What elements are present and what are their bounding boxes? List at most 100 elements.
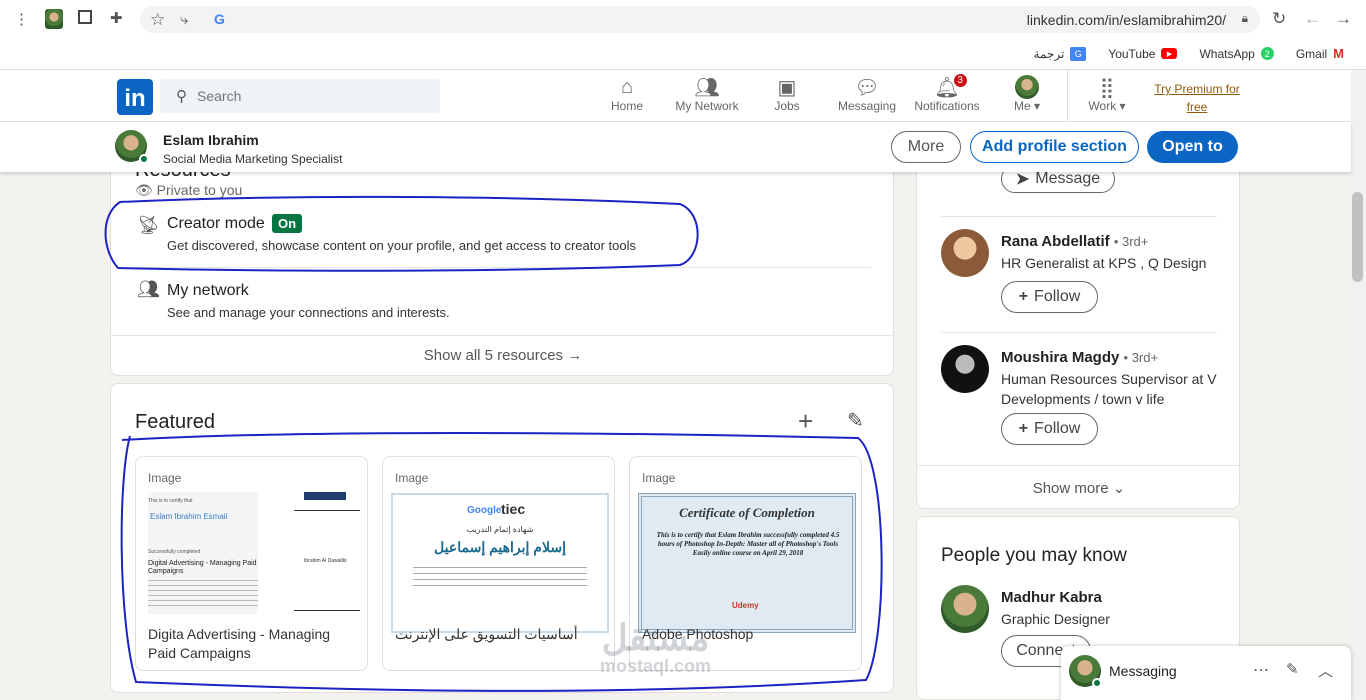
nav-label: Notifications [914, 99, 980, 113]
more-button[interactable]: More [891, 131, 961, 163]
avatar[interactable] [941, 229, 989, 277]
cert-completed: Successfully completed [148, 549, 201, 555]
page-scrollbar[interactable] [1351, 70, 1366, 700]
online-status-icon [1092, 678, 1102, 688]
featured-item[interactable]: Image tiec Google شهادة إتمام التدريب إس… [382, 456, 615, 671]
nav-label: Home [610, 99, 643, 113]
global-nav: in ⚲ ⌂Home 👥︎My Network ▣Jobs 💬︎Messagin… [0, 70, 1351, 122]
bookmark-label: WhatsApp [1199, 46, 1255, 61]
divider [941, 216, 1217, 217]
bookmarks-bar: ترجمة G YouTube ▶ WhatsApp 2 Gmail M [0, 38, 1366, 70]
more-options-icon[interactable]: ⋯ [1253, 660, 1269, 680]
person-name[interactable]: Moushira Magdy • 3rd+ [1001, 349, 1158, 366]
follow-label: Follow [1034, 420, 1081, 437]
nav-work[interactable]: ⣿ Work ▾ [1067, 75, 1147, 119]
featured-item-title: أساسيات التسويق على الإنترنت [395, 626, 578, 642]
creator-mode-item[interactable]: 📡︎ Creator mode On Get discovered, showc… [135, 209, 875, 269]
reload-icon[interactable]: ↻ [1272, 9, 1286, 29]
gmail-icon: M [1333, 46, 1344, 61]
address-bar[interactable]: ☆ ⤷ G linkedin.com/in/eslamibrahim20/ 🔒︎ [140, 6, 1260, 33]
home-icon: ⌂ [620, 75, 634, 98]
watermark: مستقل mostaql.com [600, 617, 712, 677]
avatar[interactable] [941, 585, 989, 633]
grid-icon: ⣿ [1099, 76, 1115, 99]
featured-item-title: Digita Advertising - Managing Paid Campa… [148, 626, 331, 661]
nav-notifications[interactable]: 🔔︎ 3 Notifications [907, 73, 987, 119]
nav-me[interactable]: Me ▾ [987, 75, 1067, 119]
bookmark-label: YouTube [1108, 46, 1156, 61]
cert-body-lines [148, 580, 258, 610]
person-name[interactable]: Madhur Kabra [1001, 589, 1102, 606]
scrollbar-thumb[interactable] [1352, 192, 1363, 282]
featured-type: Image [395, 471, 429, 485]
try-premium-link[interactable]: Try Premium for free [1145, 80, 1249, 116]
forward-icon[interactable]: → [1335, 9, 1352, 29]
online-status-icon [139, 154, 149, 164]
network-icon: 👥︎ [694, 76, 720, 99]
show-more-button[interactable]: Show more ⌄ [917, 479, 1239, 497]
add-profile-section-button[interactable]: Add profile section [970, 131, 1139, 163]
person-title: Graphic Designer [1001, 611, 1110, 627]
cert-subtitle: شهادة إتمام التدريب [466, 525, 534, 534]
show-all-resources-link[interactable]: Show all 5 resources → [111, 347, 893, 364]
sidebar-toggle-icon[interactable] [78, 10, 92, 24]
kebab-menu-icon[interactable]: ⋮ [14, 10, 29, 28]
follow-button[interactable]: + Follow [1001, 413, 1098, 445]
profile-name: Eslam Ibrahim [163, 132, 259, 148]
linkedin-logo[interactable]: in [117, 79, 153, 115]
nav-jobs[interactable]: ▣ Jobs [747, 75, 827, 119]
divider [135, 267, 871, 268]
profile-avatar[interactable] [45, 9, 63, 29]
people-icon: 👥︎ [137, 279, 160, 299]
nav-home[interactable]: ⌂ Home [587, 75, 667, 119]
url-text[interactable]: linkedin.com/in/eslamibrahim20/ [1027, 12, 1226, 28]
bookmark-whatsapp[interactable]: WhatsApp 2 [1199, 46, 1274, 61]
back-icon[interactable]: ← [1304, 9, 1321, 29]
follow-button[interactable]: + Follow [1001, 281, 1098, 313]
person-name[interactable]: Rana Abdellatif • 3rd+ [1001, 233, 1148, 250]
star-icon[interactable]: ☆ [150, 10, 165, 30]
bookmark-translate[interactable]: ترجمة G [1034, 46, 1087, 61]
youtube-icon: ▶ [1161, 48, 1178, 59]
search-input[interactable] [197, 88, 397, 104]
nav-label: Messaging [837, 99, 897, 113]
tiec-logo: tiec [501, 501, 526, 517]
nav-my-network[interactable]: 👥︎ My Network [667, 75, 747, 119]
open-to-button[interactable]: Open to [1147, 131, 1238, 163]
search-icon: ⚲ [176, 88, 187, 105]
cert-brand-mark [304, 492, 346, 500]
eye-icon: 👁︎ [135, 182, 153, 198]
cert-line: This is to certify that [148, 498, 193, 504]
avatar[interactable] [941, 345, 989, 393]
my-network-item[interactable]: 👥︎ My network See and manage your connec… [135, 277, 875, 327]
avatar [1015, 75, 1039, 99]
bookmark-youtube[interactable]: YouTube ▶ [1108, 46, 1178, 61]
follow-label: Follow [1034, 288, 1081, 305]
lock-icon[interactable]: 🔒︎ [1242, 11, 1248, 26]
featured-type: Image [642, 471, 676, 485]
cert-body: This is to certify that Eslam Ibrahim su… [656, 531, 840, 557]
bookmark-gmail[interactable]: Gmail M [1296, 46, 1344, 61]
messaging-overlay[interactable]: Messaging ⋯ ✎ ︿ [1061, 646, 1351, 700]
nav-messaging[interactable]: 💬︎ Messaging [827, 75, 907, 119]
pymk-title: People you may know [941, 545, 1127, 566]
compose-icon[interactable]: ✎ [1286, 660, 1299, 678]
featured-item[interactable]: Image This is to certify that Eslam Ibra… [135, 456, 368, 671]
search-box[interactable]: ⚲ [160, 79, 440, 113]
chevron-up-icon[interactable]: ︿ [1318, 660, 1333, 681]
share-icon[interactable]: ⤷ [180, 11, 188, 28]
person-title: HR Generalist at KPS , Q Design [1001, 255, 1207, 271]
creator-mode-desc: Get discovered, showcase content on your… [167, 238, 636, 253]
people-also-viewed-card: ➤ Message Rana Abdellatif • 3rd+ HR Gener… [916, 150, 1240, 509]
messaging-label: Messaging [1109, 663, 1177, 679]
cert-rule [294, 610, 360, 611]
degree-label: • 3rd+ [1123, 350, 1159, 365]
add-icon[interactable]: + [798, 406, 813, 437]
person-title: Human Resources Supervisor at V Developm… [1001, 371, 1217, 407]
extensions-icon[interactable]: ✚ [110, 9, 123, 27]
certificate-thumbnail: This is to certify that Eslam Ibrahim Es… [136, 492, 367, 614]
profile-sticky-bar: Eslam Ibrahim Social Media Marketing Spe… [0, 122, 1351, 172]
edit-pencil-icon[interactable]: ✎ [847, 408, 864, 433]
degree-label: • 3rd+ [1113, 234, 1149, 249]
briefcase-icon: ▣ [777, 76, 797, 99]
